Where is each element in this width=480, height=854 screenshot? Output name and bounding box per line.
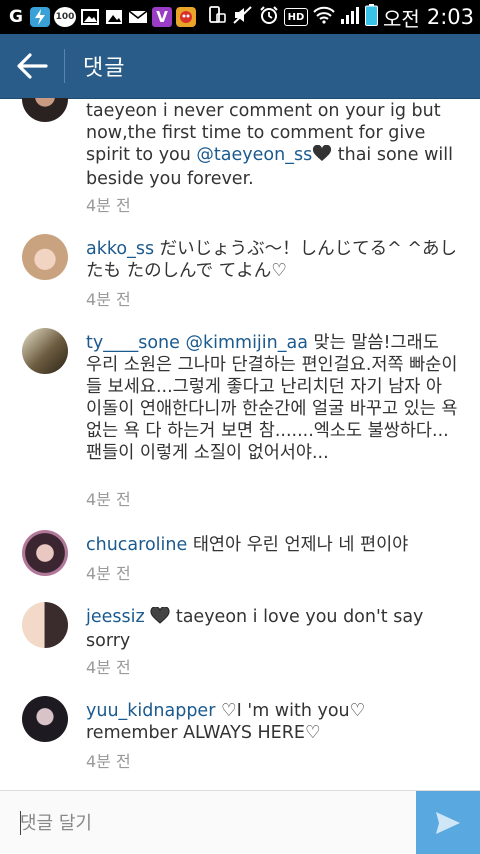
mute-icon xyxy=(232,5,254,29)
comment-username[interactable]: ty____sone xyxy=(86,333,180,353)
avatar[interactable] xyxy=(22,328,68,374)
comment-text: akko_ss だいじょうぶ〜！しんじてる^ ^あしたも たのしんで てよん♡ xyxy=(86,239,458,281)
avatar[interactable] xyxy=(22,602,68,648)
comment-username[interactable]: jeessiz xyxy=(86,607,145,627)
hd-icon: HD xyxy=(284,8,309,26)
notification-icons: G 100 V xyxy=(6,7,196,27)
comment-text: taeyeon i never comment on your ig but n… xyxy=(86,101,453,189)
comment-text: chucaroline 태연아 우린 언제나 네 편이야 xyxy=(86,535,409,555)
back-arrow-icon xyxy=(17,53,48,79)
mention-link[interactable]: @kimmijin_aa xyxy=(185,333,307,353)
alarm-icon xyxy=(259,5,279,29)
clock-ampm: 오전 xyxy=(383,6,420,31)
mail-icon xyxy=(128,7,148,27)
comment-text: yuu_kidnapper ♡I 'm with you♡ remember A… xyxy=(86,701,366,743)
app-header: 댓글 xyxy=(0,34,480,99)
clock-time: 2:03 xyxy=(426,5,474,29)
page-title: 댓글 xyxy=(83,56,126,81)
comment-username[interactable]: chucaroline xyxy=(86,535,187,555)
comment-text: jeessiz taeyeon i love you don't say sor… xyxy=(86,606,424,651)
header-divider xyxy=(64,49,65,83)
g-icon: G xyxy=(6,7,26,27)
image-icon xyxy=(104,7,124,27)
send-button[interactable] xyxy=(416,791,480,854)
status-bar: G 100 V HD 오전 2:03 xyxy=(0,0,480,34)
comment-input[interactable] xyxy=(20,809,400,837)
back-button[interactable] xyxy=(0,34,64,98)
battery-saver-icon xyxy=(30,7,50,27)
comment-input-bar xyxy=(0,790,480,854)
comment-time: 4분 전 xyxy=(86,658,131,677)
comment-time: 4분 전 xyxy=(86,290,131,309)
comment-time: 4분 전 xyxy=(86,564,131,583)
avatar[interactable] xyxy=(22,234,68,280)
heart-icon xyxy=(312,144,332,168)
screen-rotate-icon xyxy=(207,5,227,29)
system-icons: HD 오전 2:03 xyxy=(207,3,474,32)
game-icon xyxy=(176,7,196,27)
comment-time: 4분 전 xyxy=(86,752,131,771)
signal-icon xyxy=(340,5,360,29)
photo-icon xyxy=(80,7,100,27)
comment-username[interactable]: yuu_kidnapper xyxy=(86,701,215,721)
comment-username[interactable]: akko_ss xyxy=(86,239,154,259)
wifi-icon xyxy=(313,6,335,28)
comment-time: 4분 전 xyxy=(86,196,131,215)
comment-time: 4분 전 xyxy=(86,490,131,509)
messenger-100-icon: 100 xyxy=(54,7,76,27)
avatar[interactable] xyxy=(22,98,68,122)
avatar[interactable] xyxy=(22,696,68,742)
mention-link[interactable]: @taeyeon_ss xyxy=(196,145,312,165)
v-app-icon: V xyxy=(152,7,172,27)
comment-text: ty____sone @kimmijin_aa 맞는 말씀!그래도 우리 소원은… xyxy=(86,333,458,463)
heart-icon xyxy=(150,606,170,630)
comment-list[interactable]: taeyeon i never comment on your ig but n… xyxy=(0,98,480,790)
send-icon xyxy=(436,811,460,834)
battery-icon xyxy=(365,4,379,30)
avatar[interactable] xyxy=(22,530,68,576)
